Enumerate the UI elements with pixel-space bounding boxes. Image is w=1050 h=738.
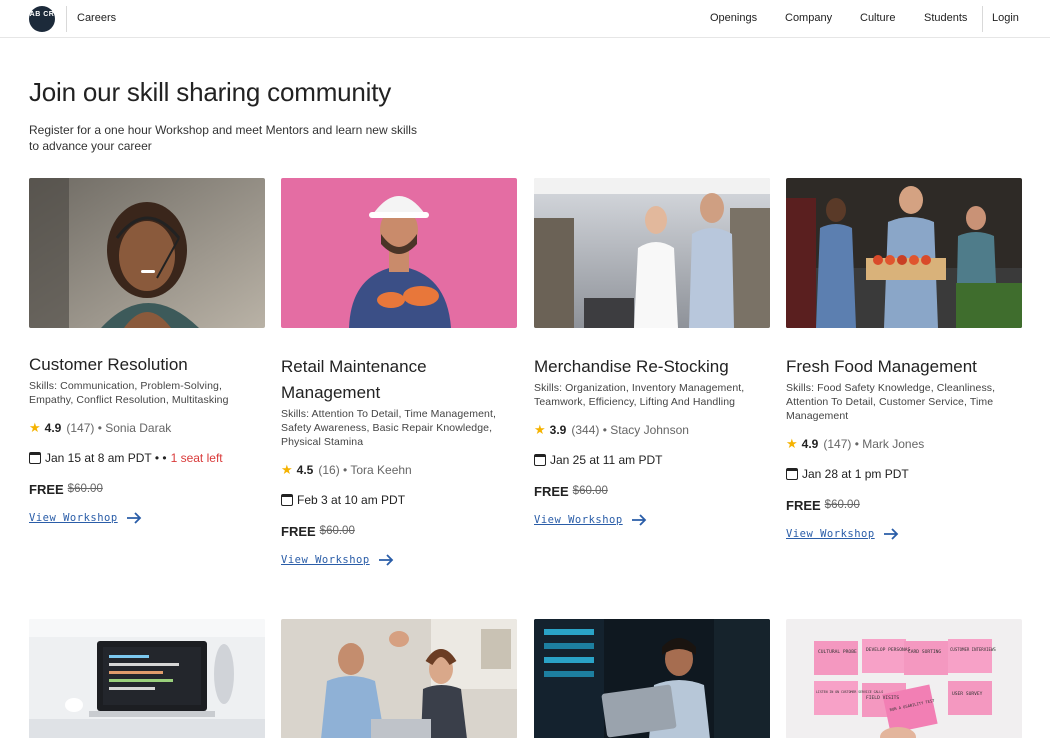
workshop-skills: Skills: Food Safety Knowledge, Cleanline… <box>786 382 996 422</box>
workshop-skills: Skills: Attention To Detail, Time Manage… <box>281 408 496 448</box>
page-title: Join our skill sharing community <box>29 77 392 107</box>
price-original: $60.00 <box>319 525 355 537</box>
top-navigation-bar: AB CR Careers Openings Company Culture S… <box>0 0 1050 38</box>
view-workshop-label: View Workshop <box>534 514 623 526</box>
view-workshop-label: View Workshop <box>786 528 875 540</box>
rating-value: 4.9 <box>801 437 819 451</box>
arrow-right-icon <box>378 554 393 566</box>
mentor-name: • Mark Jones <box>854 437 925 451</box>
price-row: FREE $60.00 <box>281 523 517 539</box>
workshop-title[interactable]: Customer Resolution <box>29 352 265 378</box>
calendar-icon <box>281 494 293 506</box>
calendar-icon <box>534 454 546 466</box>
price-original: $60.00 <box>67 483 103 495</box>
workshop-title[interactable]: Merchandise Re-Stocking <box>534 354 770 380</box>
rating-row: ★ 4.9 (147) • Mark Jones <box>786 436 1022 452</box>
calendar-icon <box>786 468 798 480</box>
workshop-date: Jan 15 at 8 am PDT • • <box>45 451 167 465</box>
price-row: FREE $60.00 <box>29 481 265 497</box>
star-icon: ★ <box>786 436 798 451</box>
mentor-name: • Sonia Darak <box>97 421 172 435</box>
date-row: Jan 15 at 8 am PDT • • 1 seat left <box>29 450 265 466</box>
page-subtitle: Register for a one hour Workshop and mee… <box>29 123 417 153</box>
star-icon: ★ <box>281 462 293 477</box>
date-row: Feb 3 at 10 am PDT <box>281 492 517 508</box>
review-count: (147) <box>823 437 852 451</box>
view-workshop-link[interactable]: View Workshop <box>786 526 1022 542</box>
view-workshop-link[interactable]: View Workshop <box>534 512 770 528</box>
price-row: FREE $60.00 <box>534 483 770 499</box>
company-logo[interactable]: AB CR <box>29 6 55 32</box>
workshop-date: Jan 28 at 1 pm PDT <box>802 467 909 481</box>
view-workshop-link[interactable]: View Workshop <box>281 552 517 568</box>
seats-left: 1 seat left <box>170 451 223 465</box>
workshop-title[interactable]: Fresh Food Management <box>786 354 1022 380</box>
rating-row: ★ 3.9 (344) • Stacy Johnson <box>534 422 770 438</box>
arrow-right-icon <box>631 514 646 526</box>
workshop-image-customer-support[interactable] <box>29 178 265 328</box>
rating-value: 4.9 <box>44 421 62 435</box>
sticky-note-text: USER SURVEY <box>952 691 983 697</box>
workshop-date: Jan 25 at 11 am PDT <box>550 453 663 467</box>
calendar-icon <box>29 452 41 464</box>
price-current: FREE <box>281 523 316 539</box>
price-current: FREE <box>534 483 569 499</box>
arrow-right-icon <box>883 528 898 540</box>
nav-openings[interactable]: Openings <box>710 12 757 24</box>
price-row: FREE $60.00 <box>786 497 1022 513</box>
workshop-image-laptop-desk[interactable] <box>29 619 265 738</box>
rating-row: ★ 4.9 (147) • Sonia Darak <box>29 420 265 436</box>
sticky-note-text: CULTURAL PROBE <box>818 649 857 655</box>
review-count: (16) <box>318 463 340 477</box>
rating-row: ★ 4.5 (16) • Tora Keehn <box>281 462 517 478</box>
price-original: $60.00 <box>824 499 860 511</box>
review-count: (344) <box>571 423 600 437</box>
workshop-image-retail-store[interactable] <box>534 178 770 328</box>
workshop-date: Feb 3 at 10 am PDT <box>297 493 406 507</box>
workshop-card: Merchandise Re-Stocking Skills: Organiza… <box>534 178 770 528</box>
view-workshop-label: View Workshop <box>281 554 370 566</box>
price-current: FREE <box>786 497 821 513</box>
sticky-note-text: CUSTOMER INTERVIEWS <box>950 647 996 652</box>
login-link[interactable]: Login <box>992 12 1019 24</box>
workshop-image-fresh-produce[interactable] <box>786 178 1022 328</box>
mentor-name: • Tora Keehn <box>343 463 412 477</box>
nav-students[interactable]: Students <box>924 12 967 24</box>
rating-value: 3.9 <box>549 423 567 437</box>
price-current: FREE <box>29 481 64 497</box>
sticky-note-text: LISTEN IN ON CUSTOMER SERVICE CALLS <box>816 690 883 694</box>
workshop-card: Customer Resolution Skills: Communicatio… <box>29 178 265 526</box>
workshop-card: Retail Maintenance Management Skills: At… <box>281 178 517 568</box>
logo-text: AB CR <box>29 11 55 18</box>
arrow-right-icon <box>126 512 141 524</box>
rating-value: 4.5 <box>296 463 314 477</box>
nav-culture[interactable]: Culture <box>860 12 895 24</box>
workshop-card: Fresh Food Management Skills: Food Safet… <box>786 178 1022 542</box>
view-workshop-label: View Workshop <box>29 512 118 524</box>
star-icon: ★ <box>29 420 41 435</box>
date-row: Jan 25 at 11 am PDT <box>534 452 770 468</box>
review-count: (147) <box>66 421 95 435</box>
mentor-name: • Stacy Johnson <box>602 423 689 437</box>
header-divider <box>66 6 67 32</box>
sticky-note-text: FIELD VISITS <box>866 695 899 701</box>
nav-divider <box>982 6 983 32</box>
brand-careers-link[interactable]: Careers <box>77 12 116 24</box>
workshop-image-server-room[interactable] <box>534 619 770 738</box>
date-row: Jan 28 at 1 pm PDT <box>786 466 1022 482</box>
sticky-note-text: CARD SORTING <box>908 649 941 655</box>
price-original: $60.00 <box>572 485 608 497</box>
nav-company[interactable]: Company <box>785 12 832 24</box>
view-workshop-link[interactable]: View Workshop <box>29 510 265 526</box>
workshop-skills: Skills: Organization, Inventory Manageme… <box>534 382 745 408</box>
workshop-skills: Skills: Communication, Problem-Solving, … <box>29 380 229 406</box>
star-icon: ★ <box>534 422 546 437</box>
workshop-image-sticky-notes[interactable]: CULTURAL PROBE DEVELOP PERSONAS CARD SOR… <box>786 619 1022 738</box>
workshop-image-maintenance-worker[interactable] <box>281 178 517 328</box>
workshop-image-high-five-team[interactable] <box>281 619 517 738</box>
workshop-title[interactable]: Retail Maintenance Management <box>281 354 517 406</box>
sticky-note-text: DEVELOP PERSONAS <box>866 647 910 653</box>
